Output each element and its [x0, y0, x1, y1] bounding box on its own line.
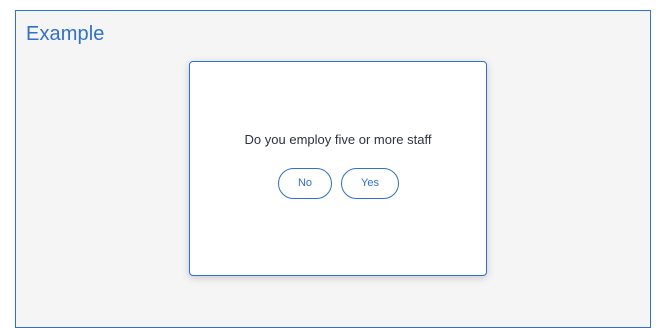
- example-frame: Example Do you employ five or more staff…: [15, 10, 651, 328]
- example-title: Example: [26, 23, 105, 45]
- confirm-dialog: Do you employ five or more staff No Yes: [189, 61, 487, 276]
- no-button[interactable]: No: [278, 168, 332, 199]
- dialog-question: Do you employ five or more staff: [244, 132, 432, 147]
- yes-button[interactable]: Yes: [341, 168, 399, 199]
